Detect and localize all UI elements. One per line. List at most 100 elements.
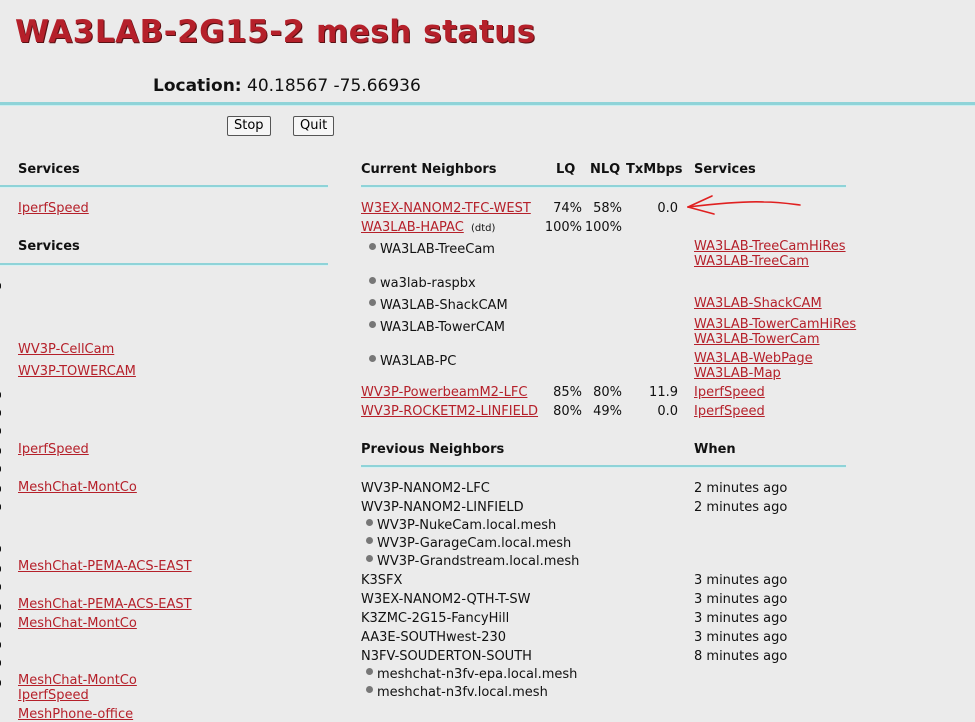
service-link[interactable]: MeshChat-MontCo (18, 480, 137, 495)
left-services-header-1: Services (18, 162, 80, 177)
nlq-value: 58% (593, 201, 622, 216)
previous-neighbor: WV3P-NANOM2-LFC (361, 481, 490, 496)
previous-when: 2 minutes ago (694, 500, 788, 515)
txmbps-header: TxMbps (626, 162, 683, 177)
location-line: Location: 40.18567 -75.66936 (153, 76, 421, 96)
bullet-icon (369, 299, 376, 306)
host-name: WA3LAB-TowerCAM (380, 320, 506, 335)
service-link[interactable]: IperfSpeed (18, 442, 89, 457)
host-service-link[interactable]: WA3LAB-WebPage (694, 351, 813, 366)
tx-value: 11.9 (649, 385, 678, 400)
previous-neighbors-header: Previous Neighbors (361, 442, 505, 457)
service-link[interactable]: IperfSpeed (18, 201, 89, 216)
nlq-value: 80% (593, 385, 622, 400)
clipped-edge-mark (0, 566, 1, 572)
bullet-icon (366, 519, 373, 526)
nlq-value: 49% (593, 404, 622, 419)
previous-header-rule (361, 465, 846, 468)
host-service-link[interactable]: WA3LAB-TowerCam (694, 332, 820, 347)
clipped-edge-mark (0, 546, 1, 552)
service-link[interactable]: MeshChat-PEMA-ACS-EAST (18, 559, 192, 574)
service-link[interactable]: WV3P-CellCam (18, 342, 114, 357)
nlq-value: 100% (584, 220, 622, 235)
stop-button[interactable]: Stop (227, 116, 271, 136)
service-link[interactable]: IperfSpeed (18, 688, 89, 703)
previous-when: 3 minutes ago (694, 611, 788, 626)
bullet-icon (369, 277, 376, 284)
previous-host: WV3P-NukeCam.local.mesh (377, 518, 557, 533)
previous-host: meshchat-n3fv-epa.local.mesh (377, 667, 578, 682)
bullet-icon (366, 555, 373, 562)
host-name: WA3LAB-TreeCam (380, 242, 495, 257)
previous-host: meshchat-n3fv.local.mesh (377, 685, 548, 700)
previous-neighbor: K3SFX (361, 573, 403, 588)
neighbor-link[interactable]: WV3P-PowerbeamM2-LFC (361, 385, 527, 400)
neighbor-link[interactable]: WA3LAB-HAPAC (361, 220, 464, 235)
service-link[interactable]: MeshPhone-office (18, 707, 133, 722)
left-header-rule-1 (0, 185, 328, 188)
clipped-edge-mark (0, 584, 1, 590)
neighbor-service-link[interactable]: IperfSpeed (694, 404, 765, 419)
neighbor-service-link[interactable]: IperfSpeed (694, 385, 765, 400)
clipped-edge-mark (0, 622, 1, 628)
clipped-edge-mark (0, 642, 1, 648)
left-header-rule-2 (0, 263, 328, 266)
bullet-icon (366, 686, 373, 693)
bullet-icon (369, 243, 376, 250)
current-neighbors-header: Current Neighbors (361, 162, 497, 177)
previous-host: WV3P-Grandstream.local.mesh (377, 554, 580, 569)
lq-value: 100% (544, 220, 582, 235)
bullet-icon (369, 355, 376, 362)
lq-value: 80% (553, 404, 582, 419)
clipped-edge-mark (0, 604, 1, 610)
location-label: Location: (153, 76, 242, 96)
bullet-icon (369, 321, 376, 328)
lq-value: 74% (553, 201, 582, 216)
host-service-link[interactable]: WA3LAB-TreeCam (694, 254, 809, 269)
previous-neighbor: AA3E-SOUTHwest-230 (361, 630, 507, 645)
clipped-edge-mark (0, 410, 1, 416)
lq-value: 85% (553, 385, 582, 400)
dtd-tag: (dtd) (471, 223, 496, 234)
clipped-edge-mark (0, 466, 1, 472)
services-header: Services (694, 162, 756, 177)
clipped-edge-mark (0, 680, 1, 686)
service-link[interactable]: WV3P-TOWERCAM (18, 364, 136, 379)
neighbor-link[interactable]: WV3P-ROCKETM2-LINFIELD (361, 404, 538, 419)
neighbor-link[interactable]: W3EX-NANOM2-TFC-WEST (361, 201, 531, 216)
lq-header: LQ (556, 162, 576, 177)
clipped-edge-mark (0, 392, 1, 398)
previous-neighbor: W3EX-NANOM2-QTH-T-SW (361, 592, 531, 607)
top-divider (0, 102, 975, 106)
host-service-link[interactable]: WA3LAB-Map (694, 366, 781, 381)
host-name: WA3LAB-PC (380, 354, 457, 369)
current-header-rule (361, 185, 846, 188)
clipped-edge-mark (0, 504, 1, 510)
host-service-link[interactable]: WA3LAB-TreeCamHiRes (694, 239, 846, 254)
tx-value: 0.0 (657, 404, 678, 419)
bullet-icon (366, 537, 373, 544)
previous-neighbor: N3FV-SOUDERTON-SOUTH (361, 649, 532, 664)
host-name: wa3lab-raspbx (380, 276, 476, 291)
clipped-edge-mark (0, 283, 1, 289)
arrow-annotation-icon (687, 195, 801, 215)
previous-neighbor: K3ZMC-2G15-FancyHill (361, 611, 510, 626)
page-title: WA3LAB-2G15-2 mesh status (15, 14, 536, 50)
location-value: 40.18567 -75.66936 (247, 76, 421, 96)
nlq-header: NLQ (590, 162, 621, 177)
host-service-link[interactable]: WA3LAB-TowerCamHiRes (694, 317, 856, 332)
service-link[interactable]: MeshChat-PEMA-ACS-EAST (18, 597, 192, 612)
service-link[interactable]: MeshChat-MontCo (18, 616, 137, 631)
previous-when: 3 minutes ago (694, 630, 788, 645)
quit-button[interactable]: Quit (293, 116, 335, 136)
host-name: WA3LAB-ShackCAM (380, 298, 508, 313)
previous-when: 8 minutes ago (694, 649, 788, 664)
previous-when: 3 minutes ago (694, 573, 788, 588)
previous-neighbor: WV3P-NANOM2-LINFIELD (361, 500, 524, 515)
previous-when: 2 minutes ago (694, 481, 788, 496)
when-header: When (694, 442, 736, 457)
host-service-link[interactable]: WA3LAB-ShackCAM (694, 296, 822, 311)
clipped-edge-mark (0, 448, 1, 454)
service-link[interactable]: MeshChat-MontCo (18, 673, 137, 688)
tx-value: 0.0 (657, 201, 678, 216)
